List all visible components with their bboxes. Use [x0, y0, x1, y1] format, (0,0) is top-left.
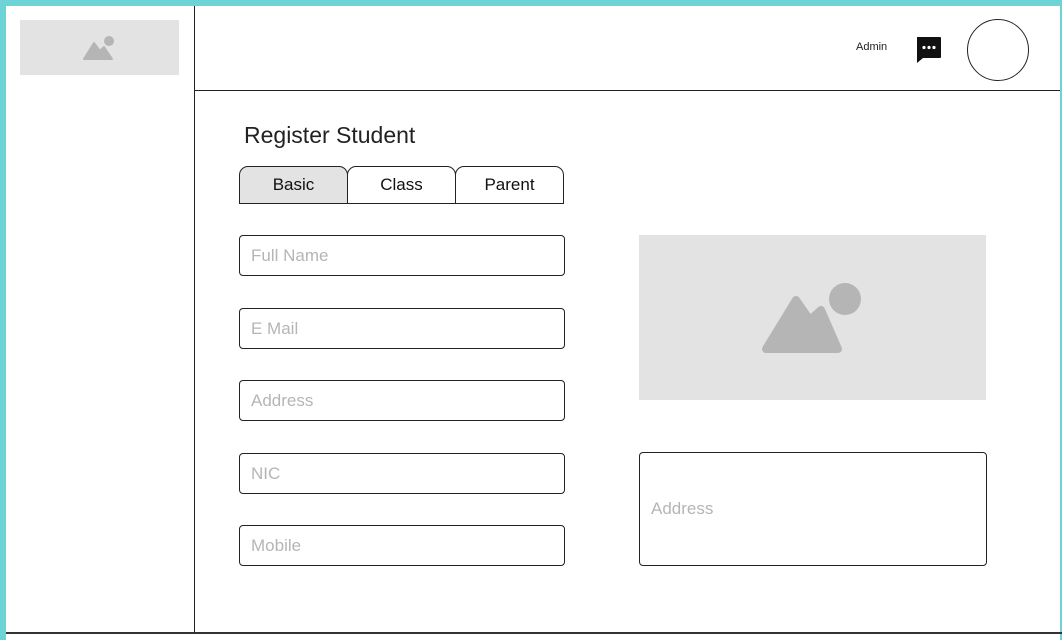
- user-role-label: Admin: [856, 41, 888, 53]
- sidebar: [6, 6, 195, 633]
- user-avatar[interactable]: [967, 19, 1029, 81]
- address-textarea[interactable]: [639, 452, 987, 566]
- mobile-input[interactable]: [239, 525, 565, 566]
- student-photo-upload[interactable]: [639, 235, 986, 400]
- address-input[interactable]: [239, 380, 565, 421]
- form-tabs: Basic Class Parent: [239, 166, 564, 204]
- page-title: Register Student: [244, 122, 416, 148]
- image-placeholder-icon: [761, 283, 861, 353]
- full-name-input[interactable]: [239, 235, 565, 276]
- top-bar: Admin: [195, 6, 1060, 91]
- chat-bubble-icon: [917, 37, 941, 63]
- image-placeholder-icon: [82, 35, 114, 60]
- nic-input[interactable]: [239, 453, 565, 494]
- tab-class[interactable]: Class: [347, 166, 456, 204]
- tab-parent[interactable]: Parent: [455, 166, 564, 204]
- chat-button[interactable]: [915, 36, 942, 63]
- email-input[interactable]: [239, 308, 565, 349]
- logo-image: [20, 20, 179, 75]
- tab-basic[interactable]: Basic: [239, 166, 348, 204]
